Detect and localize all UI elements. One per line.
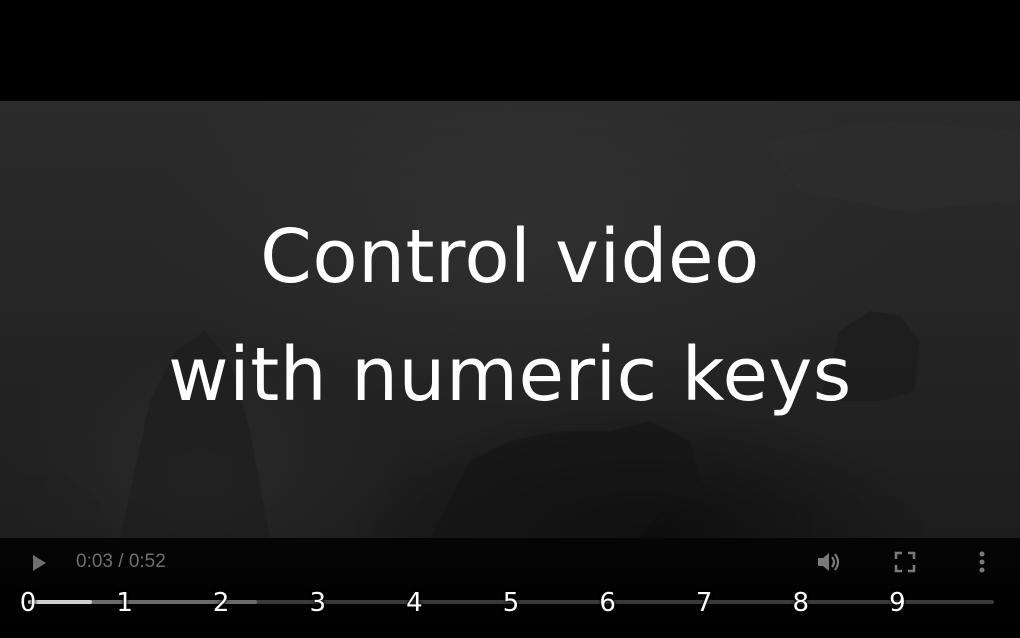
- fullscreen-icon: [894, 551, 916, 573]
- letterbox-top: [0, 0, 1020, 101]
- volume-icon: [818, 553, 840, 571]
- key-marker-2: 2: [212, 588, 230, 618]
- key-marker-5: 5: [502, 588, 520, 618]
- fullscreen-button[interactable]: [891, 548, 919, 576]
- play-icon: [33, 555, 46, 571]
- key-marker-6: 6: [599, 588, 616, 618]
- caption-line-1: Control video: [260, 214, 760, 300]
- video-scenery: [0, 121, 1020, 538]
- volume-button[interactable]: [814, 548, 842, 576]
- play-button[interactable]: [27, 551, 51, 575]
- current-time: 0:03: [76, 551, 113, 572]
- key-marker-0: 0: [19, 588, 37, 618]
- video-player[interactable]: Control video with numeric keys 0:03 / 0…: [0, 0, 1020, 638]
- key-marker-7: 7: [695, 588, 713, 618]
- key-marker-8: 8: [792, 588, 810, 618]
- key-marker-9: 9: [889, 588, 906, 618]
- caption-line-2: with numeric keys: [168, 332, 852, 418]
- video-frame[interactable]: [0, 101, 1020, 538]
- time-display: 0:03 / 0:52: [76, 551, 166, 573]
- key-marker-1: 1: [116, 588, 133, 618]
- key-marker-4: 4: [406, 588, 423, 618]
- key-marker-3: 3: [309, 588, 327, 618]
- more-options-button[interactable]: [968, 548, 996, 576]
- more-vertical-icon: [979, 551, 985, 573]
- duration: 0:52: [128, 551, 166, 572]
- time-separator: /: [118, 551, 124, 572]
